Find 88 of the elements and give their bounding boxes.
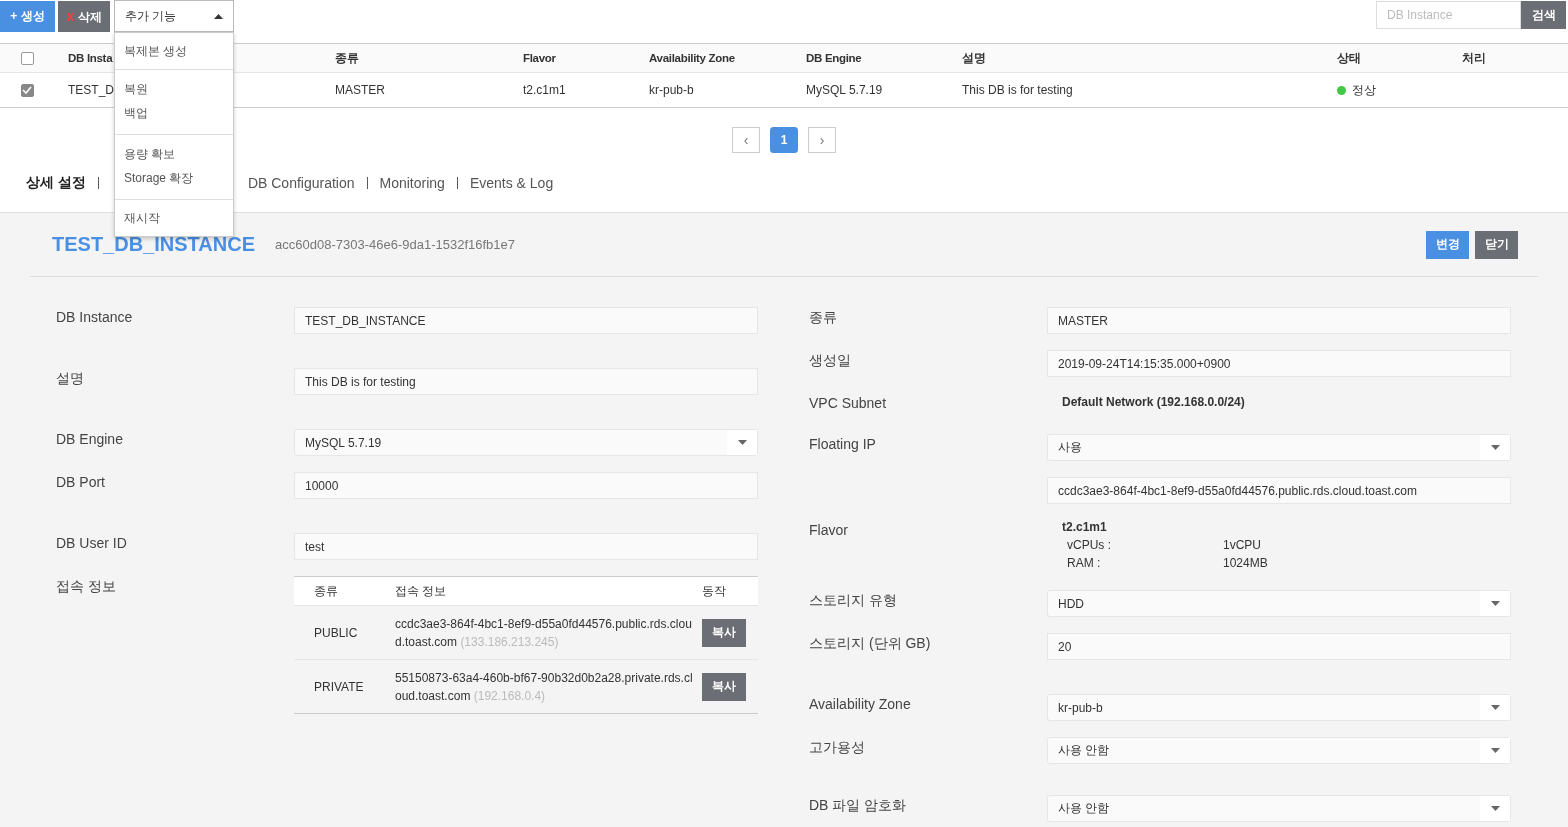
select-field[interactable]: HDD — [1047, 590, 1511, 617]
action-button[interactable]: 닫기 — [1475, 230, 1518, 259]
table-cell: kr-pub-b — [649, 83, 694, 97]
caret-icon — [214, 13, 223, 19]
select-all-checkbox[interactable] — [20, 51, 34, 65]
table-cell: PUBLIC — [314, 625, 358, 640]
field-label: Flavor — [809, 522, 848, 538]
subnet-text: Default Network (192.168.0.0/24) — [1061, 394, 1246, 409]
tab[interactable]: Monitoring — [379, 174, 445, 191]
instance-id: acc60d08-7303-46e6-9da1-1532f16fb1e7 — [275, 237, 515, 252]
copy-button[interactable]: 복사 — [702, 618, 746, 647]
field-label: DB Port — [56, 474, 105, 490]
column-header: 종류 — [314, 583, 338, 598]
flavor-name: t2.c1m1 — [1062, 520, 1108, 534]
field-label: 고가용성 — [809, 739, 865, 755]
status-text: 정상 — [1352, 81, 1376, 99]
dropdown-arrow-icon — [1490, 601, 1500, 606]
field-label: 생성일 — [809, 352, 851, 368]
spec-value: 1vCPU — [1223, 537, 1261, 554]
input-field[interactable]: 20 — [1047, 633, 1511, 660]
input-field[interactable]: 10000 — [294, 472, 758, 499]
table-cell: This DB is for testing — [962, 83, 1073, 97]
table-cell: MySQL 5.7.19 — [806, 83, 883, 97]
column-header: 동작 — [702, 583, 726, 598]
menu-item[interactable]: 복제본 생성 — [115, 39, 233, 63]
field-label: VPC Subnet — [809, 395, 887, 411]
column-header: Availability Zone — [649, 52, 735, 64]
previous-page-button[interactable]: ‹ — [732, 127, 760, 153]
column-header: 접속 정보 — [395, 584, 447, 598]
input-field[interactable]: test — [294, 533, 758, 560]
select-field[interactable]: MySQL 5.7.19 — [294, 429, 758, 456]
menu-item[interactable]: 복원 — [115, 77, 233, 101]
tab[interactable]: DB Configuration — [247, 174, 355, 191]
column-header: 상태 — [1337, 50, 1361, 66]
field-label: 접속 정보 — [56, 578, 116, 594]
field-label: 종류 — [809, 309, 837, 325]
tab[interactable]: 상세 설정 — [26, 173, 86, 192]
column-header: DB Engine — [806, 52, 862, 64]
table-cell: PRIVATE — [314, 679, 364, 694]
column-header: DB Insta — [68, 52, 113, 64]
table-cell: MASTER — [335, 83, 385, 97]
dropdown-arrow-icon — [1490, 705, 1500, 710]
table-cell: t2.c1m1 — [523, 83, 566, 97]
select-field[interactable]: 사용 — [1047, 434, 1511, 461]
search-field[interactable]: DB Instance — [1376, 1, 1521, 29]
input-field[interactable]: ccdc3ae3-864f-4bc1-8ef9-d55a0fd44576.public.rds.cloud.toast.com — [1047, 477, 1511, 504]
dropdown-arrow-icon — [1490, 806, 1500, 811]
input-field[interactable]: MASTER — [1047, 307, 1511, 334]
table-cell-text: ccdc3ae3-864f-4bc1-8ef9-d55a0fd44576.public.rds.cloud.toast.com (133.186.213.245) — [395, 615, 693, 651]
menu-item[interactable]: 백업 — [115, 101, 233, 125]
field-label: 스토리지 유형 — [809, 592, 897, 608]
table-cell: TEST_D — [68, 83, 114, 97]
spec-label: vCPUs : — [1067, 537, 1112, 554]
delete-button[interactable]: x 삭제 — [58, 1, 110, 32]
tab[interactable]: Events & Log — [469, 174, 554, 191]
table-cell-text: 55150873-63a4-460b-bf67-90b32d0b2a28.private.rds.cloud.toast.com (192.168.0.4) — [395, 669, 694, 705]
field-label: DB Engine — [56, 431, 123, 447]
menu-item[interactable]: Storage 확장 — [115, 166, 233, 190]
dropdown-arrow-icon — [737, 440, 747, 445]
input-field[interactable]: TEST_DB_INSTANCE — [294, 307, 758, 334]
next-page-button[interactable]: › — [808, 127, 836, 153]
input-field[interactable]: 2019-09-24T14:15:35.000+0900 — [1047, 350, 1511, 377]
field-label: 설명 — [56, 370, 84, 386]
select-field[interactable]: kr-pub-b — [1047, 694, 1511, 721]
dropdown-arrow-icon — [1490, 445, 1500, 450]
column-header: 설명 — [962, 50, 986, 66]
field-label: DB Instance — [56, 309, 133, 325]
row-checkbox[interactable] — [20, 83, 34, 97]
copy-button[interactable]: 복사 — [702, 672, 746, 701]
menu-item[interactable]: 재시작 — [115, 206, 233, 230]
field-label: DB 파일 암호화 — [809, 797, 907, 813]
column-header: Flavor — [523, 52, 556, 64]
spec-value: 1024MB — [1223, 555, 1268, 572]
input-field[interactable]: This DB is for testing — [294, 368, 758, 395]
select-field[interactable]: 사용 안함 — [1047, 737, 1511, 764]
field-label: 스토리지 (단위 GB) — [809, 635, 931, 651]
search-button[interactable]: 검색 — [1521, 1, 1566, 29]
field-label: DB User ID — [56, 535, 127, 551]
menu-item[interactable]: 용량 확보 — [115, 142, 233, 166]
more-functions-dropdown[interactable]: 추가 기능 — [114, 0, 234, 32]
dropdown-arrow-icon — [1490, 748, 1500, 753]
spec-label: RAM : — [1067, 555, 1102, 572]
field-label: Floating IP — [809, 436, 876, 452]
field-label: Availability Zone — [809, 696, 911, 712]
instance-title: TEST_DB_INSTANCE — [52, 233, 255, 256]
column-header: 처리 — [1462, 50, 1486, 66]
select-field[interactable]: 사용 안함 — [1047, 795, 1511, 822]
column-header: 종류 — [335, 50, 359, 66]
